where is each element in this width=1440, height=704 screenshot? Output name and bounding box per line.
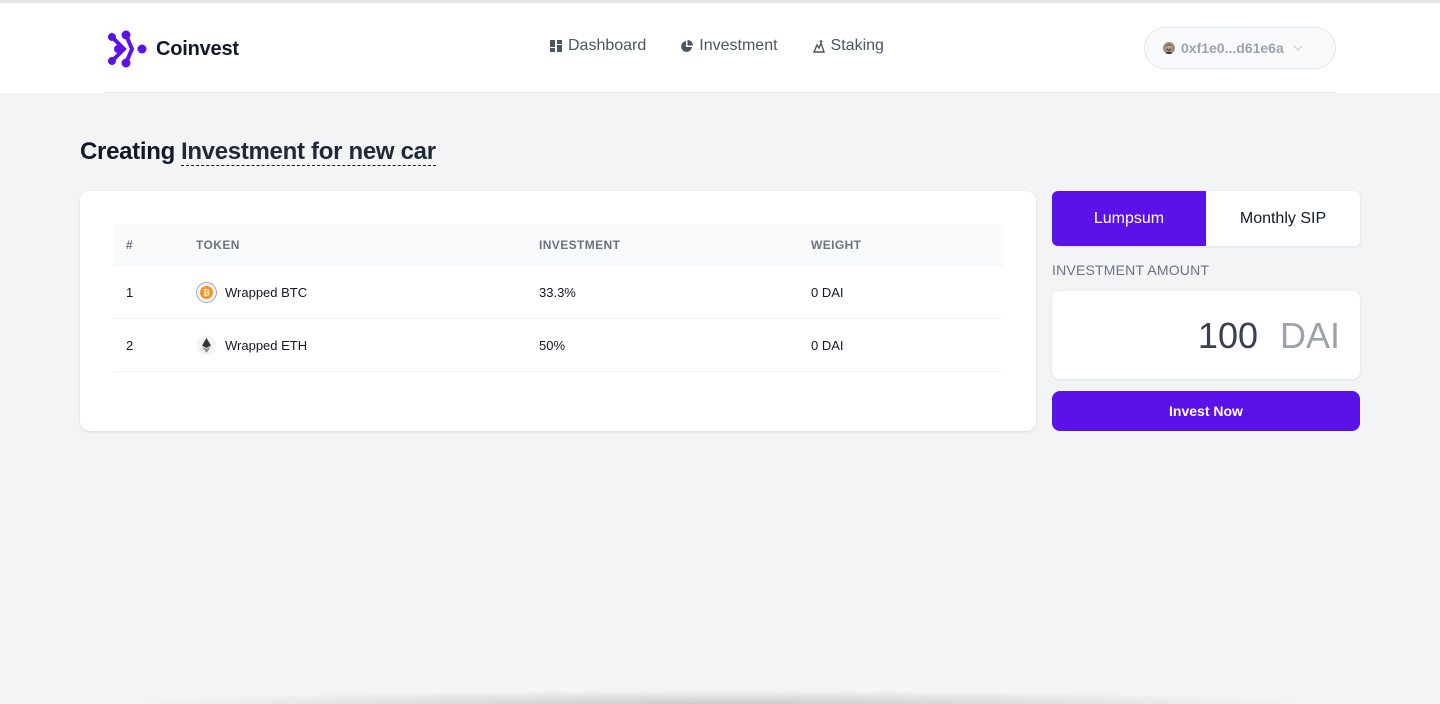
token-weight: 0 DAI	[811, 337, 844, 353]
bitcoin-icon: ₿	[196, 281, 217, 303]
bottom-shadow	[120, 690, 1320, 704]
token-name: Wrapped ETH	[225, 337, 308, 353]
token-investment: 50%	[539, 337, 566, 353]
row-index: 2	[126, 337, 134, 353]
wallet-address: 0xf1e0...d61e6a	[1181, 40, 1284, 56]
invest-now-button[interactable]: Invest Now	[1052, 391, 1360, 431]
token-cell: ₿ Wrapped BTC	[196, 281, 539, 303]
row-index: 1	[126, 284, 134, 300]
table-row[interactable]: 1 ₿ Wrapped BTC 33.3% 0 DAI	[113, 266, 1003, 319]
brand-name: Coinvest	[156, 37, 239, 60]
coinvest-logo-icon	[108, 30, 147, 68]
token-weight: 0 DAI	[811, 284, 844, 300]
token-cell: Wrapped ETH	[196, 335, 539, 356]
nav-item-label: Staking	[830, 37, 884, 54]
token-allocation-card: # TOKEN INVESTMENT WEIGHT 1 ₿ Wrapped BT…	[80, 191, 1036, 431]
investment-name[interactable]: Investment for new car	[180, 138, 436, 166]
column-header-weight: WEIGHT	[811, 237, 862, 252]
column-header-index: #	[126, 237, 134, 252]
investment-type-tabs: Lumpsum Monthly SIP	[1052, 191, 1360, 246]
ethereum-icon	[196, 335, 217, 355]
column-header-token: TOKEN	[196, 237, 240, 252]
staking-icon	[812, 40, 825, 53]
amount-value[interactable]: 100	[1198, 315, 1258, 357]
column-header-investment: INVESTMENT	[539, 237, 621, 252]
svg-text:₿: ₿	[203, 288, 210, 297]
nav-item-label: Dashboard	[568, 37, 647, 54]
main-nav: Dashboard Investment Staking	[549, 37, 884, 55]
tab-lumpsum[interactable]: Lumpsum	[1052, 191, 1206, 246]
pie-chart-icon	[681, 40, 694, 52]
page-title-prefix: Creating	[80, 138, 175, 165]
token-table: # TOKEN INVESTMENT WEIGHT 1 ₿ Wrapped BT…	[113, 224, 1003, 372]
table-header: # TOKEN INVESTMENT WEIGHT	[113, 224, 1003, 266]
amount-unit: DAI	[1279, 315, 1340, 356]
tab-monthly-sip[interactable]: Monthly SIP	[1206, 191, 1360, 246]
chevron-down-icon	[1293, 45, 1303, 51]
investment-amount-field[interactable]: 100 DAI	[1052, 291, 1360, 379]
logo[interactable]: Coinvest	[104, 29, 239, 69]
token-name: Wrapped BTC	[225, 284, 308, 300]
header: Coinvest Dashboard Investment Staking 0x…	[0, 3, 1440, 93]
nav-item-label: Investment	[699, 37, 778, 54]
nav-item-investment[interactable]: Investment	[680, 37, 778, 55]
investment-amount-label: INVESTMENT AMOUNT	[1052, 262, 1210, 278]
avatar	[1163, 42, 1175, 54]
token-investment: 33.3%	[539, 284, 576, 300]
page-title: Creating Investment for new car	[80, 138, 436, 166]
header-divider	[104, 92, 1336, 93]
nav-item-dashboard[interactable]: Dashboard	[549, 37, 646, 55]
nav-item-staking[interactable]: Staking	[812, 37, 884, 55]
grid-icon	[550, 40, 562, 52]
wallet-button[interactable]: 0xf1e0...d61e6a	[1144, 27, 1336, 69]
table-row[interactable]: 2 Wrapped ETH 50% 0 DAI	[113, 319, 1003, 372]
